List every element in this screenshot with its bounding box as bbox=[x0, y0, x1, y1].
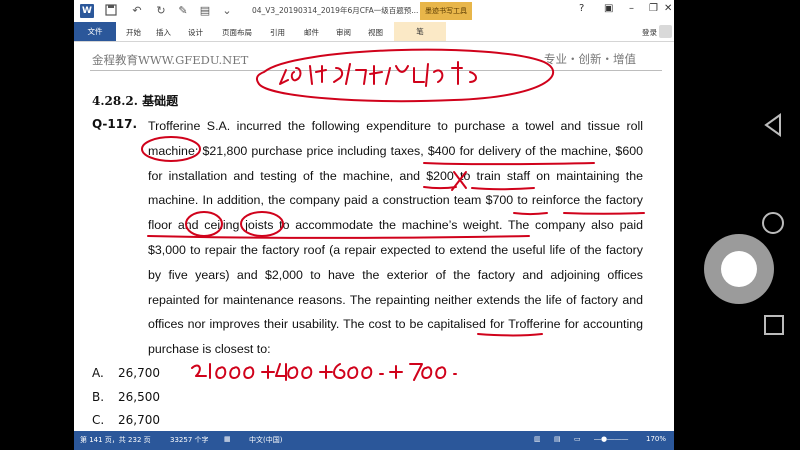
tab-pen[interactable]: 笔 bbox=[394, 22, 446, 41]
title-bar: W ↶ ↻ ✎ ▤ ⌄ 04_V3_20190314_2019年6月CFA一级百… bbox=[74, 0, 674, 23]
back-icon[interactable] bbox=[760, 112, 786, 138]
close-icon[interactable]: ✕ bbox=[664, 3, 672, 14]
document-title: 04_V3_20190314_2019年6月CFA一级百题预... bbox=[252, 6, 419, 15]
assistive-touch-icon[interactable] bbox=[703, 233, 775, 305]
web-layout-icon[interactable]: ▭ bbox=[574, 435, 581, 443]
undo-icon[interactable]: ↶ bbox=[130, 4, 144, 18]
ink-oval-note bbox=[255, 48, 555, 103]
customize-icon[interactable]: ⌄ bbox=[220, 4, 234, 18]
tab-layout[interactable]: 页面布局 bbox=[222, 27, 252, 38]
option-b-letter: B. bbox=[92, 390, 105, 404]
word-count[interactable]: 33257 个字 bbox=[170, 435, 209, 445]
status-bar: 第 141 页，共 232 页 33257 个字 ▦ 中文(中国) ▥ ▤ ▭ … bbox=[74, 431, 674, 450]
read-mode-icon[interactable]: ▥ bbox=[534, 435, 541, 443]
recents-icon[interactable] bbox=[762, 313, 786, 337]
pen-quick-icon[interactable]: ✎ bbox=[176, 4, 190, 18]
section-heading: 4.28.2. 基础题 bbox=[92, 94, 179, 108]
question-label: Q-117. bbox=[92, 117, 138, 131]
login-link[interactable]: 登录 bbox=[642, 27, 657, 38]
option-a-value: 26,700 bbox=[118, 366, 160, 380]
zoom-level[interactable]: 170% bbox=[646, 435, 666, 443]
tab-design[interactable]: 设计 bbox=[188, 27, 203, 38]
document-page[interactable]: 金程教育WWW.GFEDU.NET 专业・创新・增值 4.28.2. 基础题 Q… bbox=[74, 42, 674, 431]
zoom-slider[interactable]: ―●――― bbox=[594, 435, 628, 443]
page-header-right: 专业・创新・增值 bbox=[544, 52, 636, 66]
option-b-value: 26,500 bbox=[118, 390, 160, 404]
restore-icon[interactable]: ❐ bbox=[649, 3, 658, 14]
ribbon-tabs: 文件 开始 插入 设计 页面布局 引用 邮件 审阅 视图 笔 登录 bbox=[74, 22, 674, 42]
tab-mailings[interactable]: 邮件 bbox=[304, 27, 319, 38]
format-icon[interactable]: ▤ bbox=[198, 4, 212, 18]
ribbon-options-icon[interactable]: ▣ bbox=[604, 3, 613, 14]
proofing-icon[interactable]: ▦ bbox=[224, 435, 231, 443]
header-divider bbox=[90, 70, 662, 71]
help-icon[interactable]: ? bbox=[579, 3, 584, 14]
print-layout-icon[interactable]: ▤ bbox=[554, 435, 561, 443]
language[interactable]: 中文(中国) bbox=[249, 435, 282, 445]
ink-sum bbox=[191, 363, 457, 381]
ink-tools-badge: 墨迹书写工具 bbox=[420, 2, 472, 20]
avatar[interactable] bbox=[659, 25, 672, 38]
ink-handwriting bbox=[279, 61, 477, 87]
option-a-letter: A. bbox=[92, 366, 104, 380]
page-count[interactable]: 第 141 页，共 232 页 bbox=[80, 435, 151, 445]
tab-view[interactable]: 视图 bbox=[368, 27, 383, 38]
tab-file[interactable]: 文件 bbox=[74, 22, 116, 41]
option-c-letter: C. bbox=[92, 413, 105, 427]
tab-insert[interactable]: 插入 bbox=[156, 27, 171, 38]
save-icon[interactable] bbox=[104, 4, 118, 18]
tab-references[interactable]: 引用 bbox=[270, 27, 285, 38]
tab-home[interactable]: 开始 bbox=[126, 27, 141, 38]
tab-review[interactable]: 审阅 bbox=[336, 27, 351, 38]
word-logo-icon: W bbox=[80, 4, 94, 18]
page-header-left: 金程教育WWW.GFEDU.NET bbox=[92, 53, 249, 67]
option-c-value: 26,700 bbox=[118, 413, 160, 427]
question-text: Trofferine S.A. incurred the following e… bbox=[148, 119, 643, 357]
minimize-icon[interactable]: – bbox=[629, 3, 634, 14]
word-window: W ↶ ↻ ✎ ▤ ⌄ 04_V3_20190314_2019年6月CFA一级百… bbox=[74, 0, 674, 450]
redo-icon[interactable]: ↻ bbox=[154, 4, 168, 18]
